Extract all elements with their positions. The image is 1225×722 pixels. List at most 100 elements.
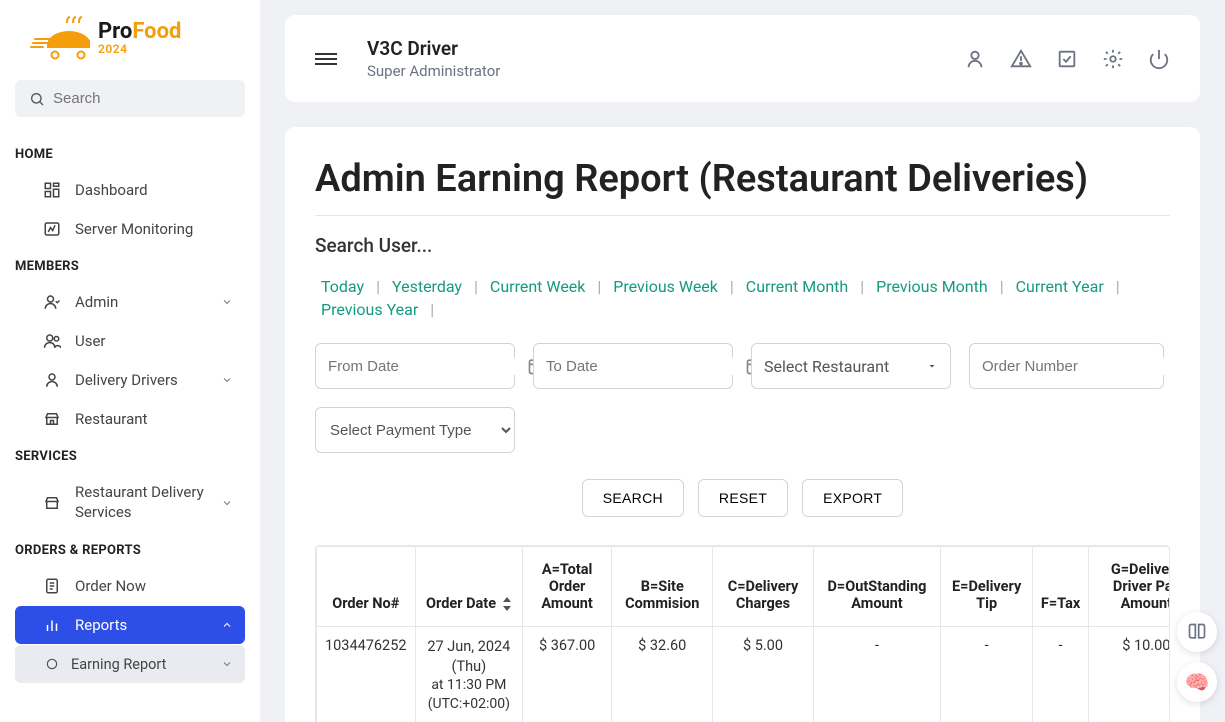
- floating-buttons: 🧠: [1177, 612, 1217, 702]
- nav-order-now[interactable]: Order Now: [15, 567, 245, 605]
- settings-icon[interactable]: [1102, 48, 1124, 70]
- menu-toggle[interactable]: [315, 53, 337, 65]
- report-table-wrap[interactable]: Order No# Order Date A=Total Order Amoun…: [315, 545, 1170, 722]
- nav-delivery-drivers[interactable]: Delivery Drivers: [15, 361, 245, 399]
- note-icon[interactable]: [1056, 48, 1078, 70]
- restaurant-select-label: Select Restaurant: [764, 357, 889, 376]
- nav-user[interactable]: User: [15, 322, 245, 360]
- reset-button[interactable]: RESET: [698, 479, 788, 517]
- restaurant-icon: [43, 410, 61, 428]
- chevron-down-icon: [221, 658, 233, 670]
- reports-icon: [43, 616, 61, 634]
- dropdown-icon: [926, 360, 938, 372]
- warning-icon[interactable]: [1010, 48, 1032, 70]
- range-previous-month[interactable]: Previous Month: [870, 275, 994, 298]
- order-number-field[interactable]: [969, 343, 1164, 389]
- cell-f: -: [1032, 627, 1088, 722]
- restaurant-select[interactable]: Select Restaurant: [751, 343, 951, 389]
- sidebar-search[interactable]: [15, 80, 245, 117]
- action-buttons: SEARCH RESET EXPORT: [315, 479, 1170, 517]
- nav-admin[interactable]: Admin: [15, 283, 245, 321]
- top-icons: [964, 48, 1170, 70]
- report-table: Order No# Order Date A=Total Order Amoun…: [316, 546, 1170, 722]
- nav-label: Reports: [75, 616, 127, 634]
- store-icon: [43, 494, 61, 512]
- from-date-field[interactable]: [315, 343, 515, 389]
- col-g[interactable]: G=Delivery Driver Pay Amount: [1089, 547, 1170, 627]
- chevron-down-icon: [221, 374, 233, 386]
- sidebar: ProFood 2024 HOME Dashboard Server Monit…: [0, 0, 260, 722]
- range-yesterday[interactable]: Yesterday: [386, 275, 468, 298]
- nav-label: User: [75, 332, 106, 350]
- user-icon: [43, 332, 61, 350]
- nav-server-monitoring[interactable]: Server Monitoring: [15, 210, 245, 248]
- range-previous-week[interactable]: Previous Week: [607, 275, 724, 298]
- brain-button[interactable]: 🧠: [1177, 662, 1217, 702]
- docs-button[interactable]: [1177, 612, 1217, 652]
- monitoring-icon: [43, 220, 61, 238]
- range-current-week[interactable]: Current Week: [484, 275, 591, 298]
- cell-c: $ 5.00: [713, 627, 813, 722]
- date-range-links: Today| Yesterday| Current Week| Previous…: [315, 275, 1170, 321]
- content-card: Admin Earning Report (Restaurant Deliver…: [285, 127, 1200, 722]
- search-user-label[interactable]: Search User...: [315, 234, 1170, 257]
- nav-earning-report[interactable]: Earning Report: [15, 645, 245, 683]
- user-info: V3C Driver Super Administrator: [367, 37, 500, 80]
- search-icon: [29, 91, 45, 107]
- admin-icon: [43, 293, 61, 311]
- nav-label: Earning Report: [71, 656, 166, 673]
- section-members: MEMBERS: [0, 249, 260, 282]
- col-f[interactable]: F=Tax: [1032, 547, 1088, 627]
- cell-g: $ 10.00: [1089, 627, 1170, 722]
- nav-reports[interactable]: Reports: [15, 606, 245, 644]
- nav-dashboard[interactable]: Dashboard: [15, 171, 245, 209]
- chevron-down-icon: [221, 497, 233, 509]
- section-orders: ORDERS & REPORTS: [0, 533, 260, 566]
- section-home: HOME: [0, 137, 260, 170]
- table-header-row: Order No# Order Date A=Total Order Amoun…: [317, 547, 1171, 627]
- user-name: V3C Driver: [367, 37, 500, 60]
- sidebar-search-input[interactable]: [53, 90, 252, 107]
- nav-label: Restaurant Delivery Services: [75, 483, 227, 522]
- col-b[interactable]: B=Site Commision: [612, 547, 713, 627]
- logo-mark: [25, 15, 90, 60]
- range-today[interactable]: Today: [315, 275, 370, 298]
- order-number-input[interactable]: [982, 358, 1181, 375]
- range-current-year[interactable]: Current Year: [1010, 275, 1110, 298]
- nav-restaurant[interactable]: Restaurant: [15, 400, 245, 438]
- table-row: 1034476252 27 Jun, 2024 (Thu) at 11:30 P…: [317, 627, 1171, 722]
- col-order-no[interactable]: Order No#: [317, 547, 416, 627]
- page-title: Admin Earning Report (Restaurant Deliver…: [315, 157, 1170, 216]
- brain-icon: 🧠: [1185, 670, 1210, 694]
- cell-b: $ 32.60: [612, 627, 713, 722]
- col-d[interactable]: D=OutStanding Amount: [813, 547, 941, 627]
- power-icon[interactable]: [1148, 48, 1170, 70]
- search-button[interactable]: SEARCH: [582, 479, 684, 517]
- col-e[interactable]: E=Delivery Tip: [941, 547, 1032, 627]
- range-current-month[interactable]: Current Month: [740, 275, 854, 298]
- to-date-input[interactable]: [546, 358, 745, 375]
- driver-icon: [43, 371, 61, 389]
- cell-a: $ 367.00: [523, 627, 612, 722]
- to-date-field[interactable]: [533, 343, 733, 389]
- payment-type-select[interactable]: Select Payment Type: [315, 407, 515, 453]
- cell-order-date: 27 Jun, 2024 (Thu) at 11:30 PM (UTC:+02:…: [415, 627, 523, 722]
- from-date-input[interactable]: [328, 358, 527, 375]
- profile-icon[interactable]: [964, 48, 986, 70]
- user-role: Super Administrator: [367, 62, 500, 80]
- range-previous-year[interactable]: Previous Year: [315, 298, 424, 321]
- col-order-date[interactable]: Order Date: [415, 547, 523, 627]
- nav-label: Server Monitoring: [75, 220, 193, 238]
- sort-icon: [502, 597, 512, 611]
- col-c[interactable]: C=Delivery Charges: [713, 547, 813, 627]
- main: V3C Driver Super Administrator Admin Ear…: [260, 0, 1225, 722]
- cell-e: -: [941, 627, 1032, 722]
- logo: ProFood 2024: [0, 15, 260, 80]
- nav-restaurant-delivery[interactable]: Restaurant Delivery Services: [15, 473, 245, 532]
- nav-label: Restaurant: [75, 410, 147, 428]
- nav-label: Delivery Drivers: [75, 371, 178, 389]
- nav-label: Admin: [75, 293, 118, 311]
- nav-label: Dashboard: [75, 181, 148, 199]
- export-button[interactable]: EXPORT: [802, 479, 903, 517]
- col-a[interactable]: A=Total Order Amount: [523, 547, 612, 627]
